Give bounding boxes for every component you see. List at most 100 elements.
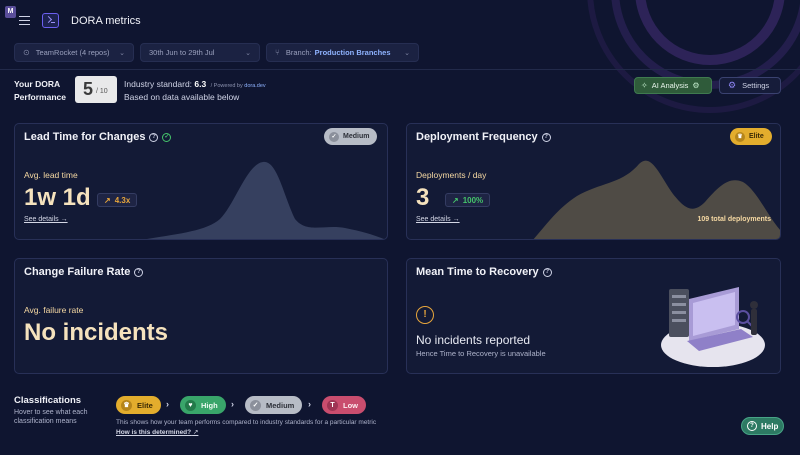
team-select[interactable]: ⊙ TeamRocket (4 repos) ⌄ (14, 43, 134, 62)
classification-low-label: Low (343, 400, 358, 410)
change-failure-rate-title-text: Change Failure Rate (24, 266, 131, 278)
mttr-title-text: Mean Time to Recovery (416, 266, 539, 278)
deployment-frequency-title-text: Deployment Frequency (416, 131, 538, 143)
help-icon: ? (747, 421, 757, 431)
gear-icon: ⚙ (728, 80, 737, 90)
date-range-select[interactable]: 30th Jun to 29th Jul ⌄ (140, 43, 260, 62)
chevron-right-icon: › (166, 399, 169, 409)
metric-value: 3 (416, 184, 430, 211)
mean-time-to-recovery-card: Mean Time to Recovery ? ! No incidents r… (406, 258, 781, 374)
classifications-subtitle: Hover to see what each classification me… (14, 409, 88, 425)
metric-label: Avg. failure rate (24, 305, 84, 315)
trend-value: 4.3x (114, 195, 131, 205)
ai-analysis-label: AI Analysis (651, 81, 689, 90)
level-badge-label: Medium (343, 133, 370, 140)
dora-score: 5 (83, 79, 94, 99)
branch-select[interactable]: ⑂ Branch: Production Branches ⌄ (266, 43, 419, 62)
check-circle-icon: ✓ (162, 132, 172, 142)
lead-time-title-text: Lead Time for Changes (24, 131, 146, 143)
total-deployments: 109 total deployments (697, 216, 771, 223)
medium-level-icon: ✓ (329, 131, 339, 142)
level-badge-label: Elite (749, 133, 764, 140)
see-details-link[interactable]: See details → (24, 216, 68, 223)
classification-low[interactable]: T Low (322, 396, 366, 414)
your-dora-line1: Your DORA (14, 79, 61, 89)
no-incidents-reported: No incidents reported (416, 333, 531, 347)
help-circle-icon[interactable]: ? (149, 132, 159, 142)
trend-badge: ↗ 100% (445, 193, 491, 207)
metric-label: Deployments / day (416, 170, 487, 180)
help-circle-icon[interactable]: ? (542, 267, 552, 277)
trend-badge: ↗ 4.3x (97, 193, 138, 207)
settings-button[interactable]: ⚙ Settings (719, 77, 781, 94)
help-label: Help (761, 421, 779, 431)
change-failure-rate-card: Change Failure Rate ? Avg. failure rate … (14, 258, 388, 374)
org-badge[interactable]: M (5, 6, 16, 18)
industry-standard: Industry standard: 6.3 / Powered by dora… (124, 79, 266, 89)
see-details-link[interactable]: See details → (416, 216, 460, 223)
team-icon: ⊙ (23, 48, 30, 57)
classifications-note: This shows how your team performs compar… (116, 419, 377, 426)
level-badge[interactable]: ✓ Medium (324, 128, 378, 145)
dora-dev-link[interactable]: dora.dev (244, 83, 265, 89)
server-illustration (661, 287, 765, 367)
trend-up-icon: ↗ (452, 195, 459, 205)
help-button[interactable]: ? Help (741, 417, 784, 435)
level-badge[interactable]: ♛ Elite (730, 128, 772, 145)
powered-by: / Powered by dora.dev (211, 83, 266, 89)
chevron-right-icon: › (308, 399, 311, 409)
how-determined-link[interactable]: How is this determined? ↗ (116, 428, 198, 436)
chevron-down-icon: ⌄ (404, 49, 410, 57)
sparkle-icon: ✧ (641, 81, 648, 90)
hammer-icon: T (327, 399, 338, 411)
how-determined-text: How is this determined? (116, 429, 192, 436)
cup-icon: ♥ (185, 399, 196, 411)
hamburger-menu-icon[interactable] (19, 16, 30, 25)
industry-label: Industry standard: (124, 79, 193, 89)
check-icon: ✓ (250, 399, 261, 411)
lead-time-title: Lead Time for Changes ? ✓ (24, 131, 172, 143)
ai-analysis-button[interactable]: ✧ AI Analysis ⚙ (634, 77, 712, 94)
dora-score-box: 5 / 10 (75, 76, 117, 103)
external-link-icon: ↗ (192, 429, 199, 436)
classification-high-label: High (201, 400, 218, 410)
classifications-title: Classifications (14, 395, 82, 406)
date-range-value: 30th Jun to 29th Jul (149, 48, 215, 57)
metric-value: 1w 1d (24, 184, 91, 211)
settings-small-icon: ⚙ (692, 81, 700, 90)
your-dora-label: Your DORA Performance (14, 78, 66, 104)
chevron-down-icon: ⌄ (119, 49, 125, 57)
help-circle-icon[interactable]: ? (541, 132, 551, 142)
branch-icon: ⑂ (275, 48, 280, 57)
metric-value: No incidents (24, 319, 169, 346)
classification-elite[interactable]: ♛ Elite (116, 396, 161, 414)
mttr-title: Mean Time to Recovery ? (416, 266, 552, 278)
your-dora-line2: Performance (14, 92, 66, 102)
trend-value: 100% (462, 195, 484, 205)
mttr-unavailable-note: Hence Time to Recovery is unavailable (416, 349, 546, 358)
trend-up-icon: ↗ (104, 195, 111, 205)
deployment-frequency-title: Deployment Frequency ? (416, 131, 551, 143)
dora-score-denominator: / 10 (96, 88, 108, 95)
deployment-frequency-card: Deployment Frequency ? ♛ Elite Deploymen… (406, 123, 781, 240)
classification-high[interactable]: ♥ High (180, 396, 226, 414)
chevron-right-icon: › (231, 399, 234, 409)
top-bar: M DORA metrics (0, 0, 800, 40)
powered-by-text: / Powered by (210, 83, 243, 89)
branch-value: Production Branches (314, 48, 391, 57)
trophy-icon: ♛ (121, 399, 132, 411)
settings-label: Settings (742, 81, 770, 90)
classification-elite-label: Elite (137, 400, 153, 410)
page-title: DORA metrics (71, 15, 141, 27)
trophy-icon: ♛ (735, 131, 745, 142)
classification-medium[interactable]: ✓ Medium (245, 396, 303, 414)
terminal-icon (42, 13, 59, 28)
team-select-value: TeamRocket (4 repos) (35, 48, 110, 57)
lead-time-card: Lead Time for Changes ? ✓ ✓ Medium Avg. … (14, 123, 388, 240)
metric-label: Avg. lead time (24, 170, 78, 180)
warning-icon: ! (416, 306, 434, 324)
help-circle-icon[interactable]: ? (134, 267, 144, 277)
based-on-text: Based on data available below (124, 92, 240, 102)
industry-value: 6.3 (194, 79, 207, 89)
filter-bar: ⊙ TeamRocket (4 repos) ⌄ 30th Jun to 29t… (0, 40, 800, 70)
